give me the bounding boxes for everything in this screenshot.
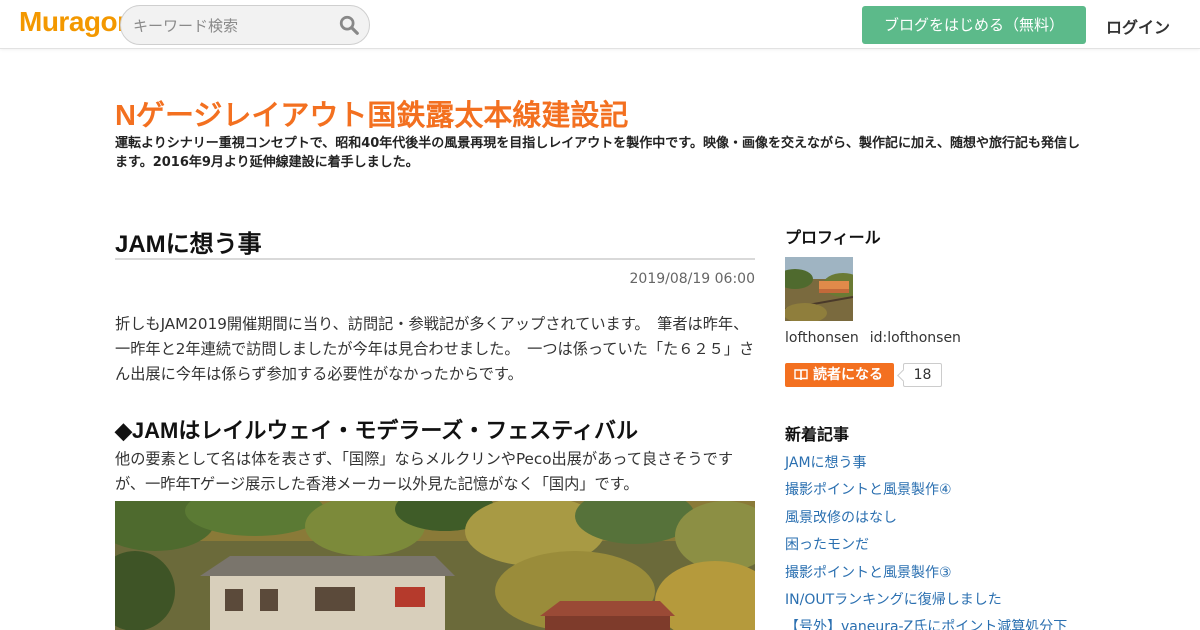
- title-divider: [115, 258, 755, 260]
- search-input[interactable]: [133, 15, 333, 37]
- article-title[interactable]: JAMに想う事: [115, 224, 262, 259]
- book-icon: [794, 369, 808, 381]
- profile-identity: lofthonsen id:lofthonsen: [785, 330, 972, 346]
- article-paragraph: 他の要素として名は体を表さず、「国際」ならメルクリンやPeco出展があって良さそ…: [115, 450, 734, 493]
- top-navigation-bar: Muragon ブログをはじめる（無料） ログイン: [0, 0, 1200, 49]
- blog-title[interactable]: Nゲージレイアウト国鉄露太本線建設記: [115, 92, 628, 134]
- profile-display-name[interactable]: lofthonsen: [785, 330, 859, 346]
- muragon-logo[interactable]: Muragon: [19, 6, 134, 38]
- login-link[interactable]: ログイン: [1106, 14, 1170, 38]
- recent-post-link[interactable]: 【号外】vaneura-Z氏にポイント減算処分下: [785, 614, 1067, 630]
- blog-description: 運転よりシナリー重視コンセプトで、昭和40年代後半の風景再現を目指しレイアウトを…: [115, 136, 1081, 170]
- search-icon[interactable]: [338, 14, 360, 36]
- recent-post-link[interactable]: 撮影ポイントと風景製作③: [785, 560, 1067, 587]
- search-box: [120, 5, 370, 45]
- subscribe-button[interactable]: 読者になる: [785, 363, 894, 387]
- profile-heading: プロフィール: [785, 228, 881, 247]
- recent-post-link[interactable]: 撮影ポイントと風景製作④: [785, 477, 1067, 504]
- recent-posts-heading: 新着記事: [785, 425, 850, 444]
- recent-posts-list: JAMに想う事 撮影ポイントと風景製作④ 風景改修のはなし 困ったモンだ 撮影ポ…: [785, 450, 1067, 630]
- article-paragraph: 折しもJAM2019開催期間に当り、訪問記・参戦記が多くアップされています。 筆…: [115, 315, 755, 383]
- start-blog-button[interactable]: ブログをはじめる（無料）: [862, 6, 1086, 44]
- article-date: 2019/08/19 06:00: [629, 271, 756, 287]
- layout-diorama-photo: [115, 501, 755, 630]
- recent-post-link[interactable]: IN/OUTランキングに復帰しました: [785, 587, 1067, 614]
- subscribe-button-label: 読者になる: [813, 367, 883, 383]
- recent-post-link[interactable]: JAMに想う事: [785, 450, 1067, 477]
- avatar[interactable]: [785, 257, 853, 321]
- recent-post-link[interactable]: 困ったモンだ: [785, 532, 1067, 559]
- reader-count-badge: 18: [903, 363, 942, 387]
- article-subheading: ◆JAMはレイルウェイ・モデラーズ・フェスティバル: [115, 418, 638, 443]
- recent-post-link[interactable]: 風景改修のはなし: [785, 505, 1067, 532]
- profile-user-id: id:lofthonsen: [869, 330, 961, 346]
